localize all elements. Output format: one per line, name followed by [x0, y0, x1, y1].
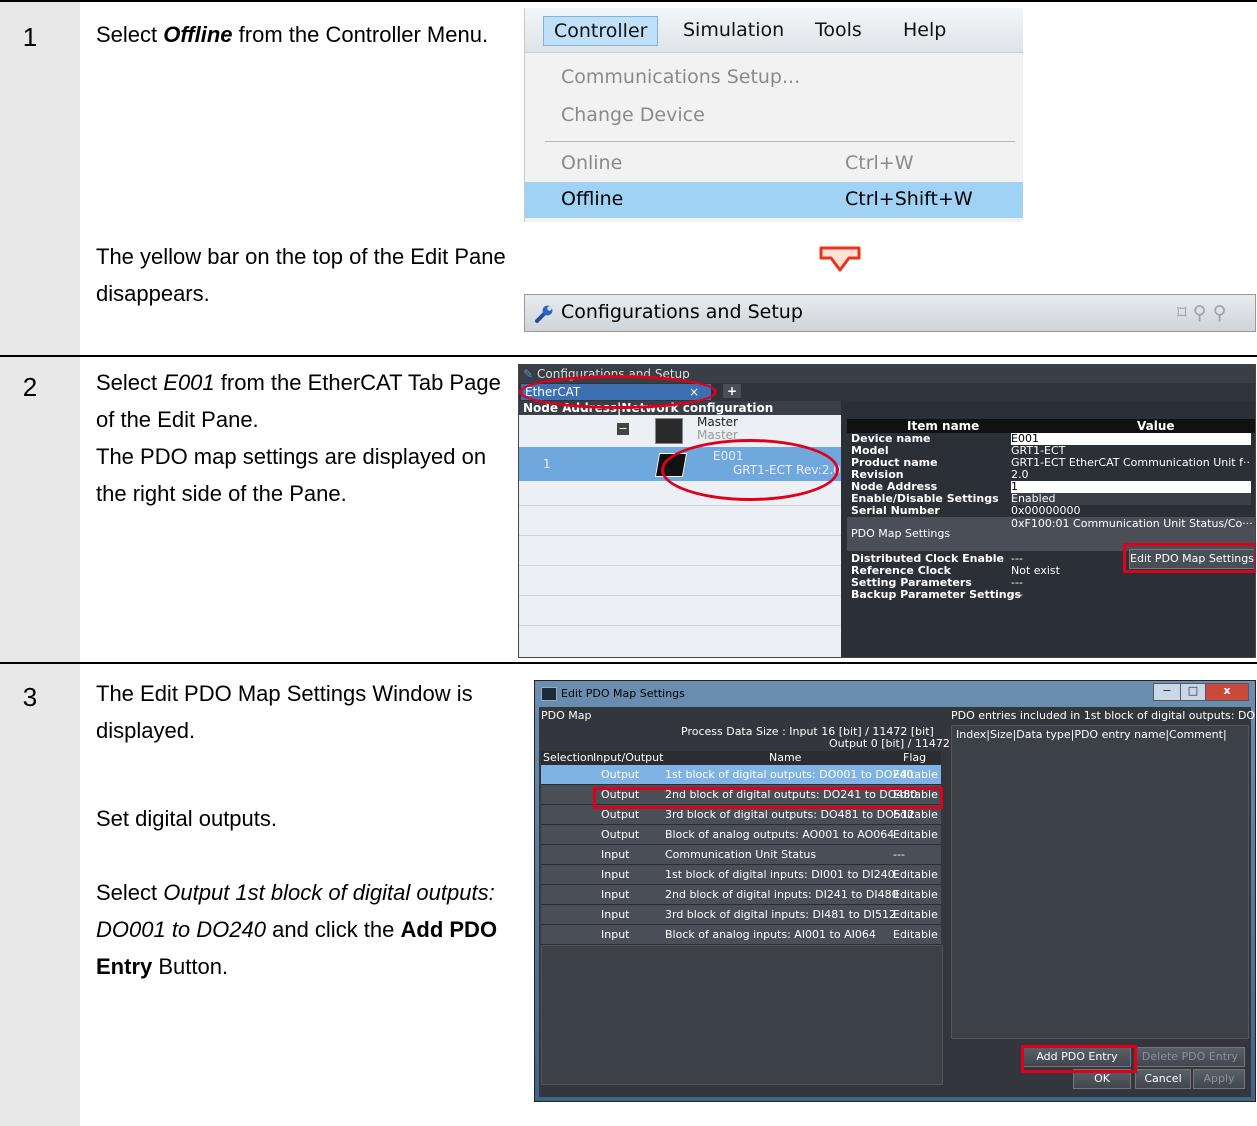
- prop-product-name: Product name GRT1-ECT EtherCAT Communicat…: [851, 456, 1251, 469]
- delete-pdo-entry-button[interactable]: Delete PDO Entry: [1135, 1047, 1245, 1067]
- rule-step-3: [0, 662, 1257, 664]
- master-device-icon: [655, 418, 683, 444]
- rule-step-2: [0, 355, 1257, 357]
- cancel-button[interactable]: Cancel: [1135, 1069, 1191, 1089]
- menu-simulation[interactable]: Simulation: [673, 16, 794, 44]
- collapse-icon[interactable]: −: [617, 423, 629, 435]
- row-flag: Editable: [893, 808, 938, 821]
- row-flag: Editable: [893, 868, 938, 881]
- table-row[interactable]: Input 3rd block of digital inputs: DI481 …: [541, 905, 941, 925]
- menu-item-offline[interactable]: Offline Ctrl+Shift+W: [525, 182, 1023, 218]
- row-name: Communication Unit Status: [665, 848, 817, 861]
- edit-pdo-map-window: Edit PDO Map Settings − □ x PDO Map Proc…: [534, 680, 1256, 1102]
- down-arrow-icon: [819, 246, 861, 272]
- table-row[interactable]: Input 2nd block of digital inputs: DI241 …: [541, 885, 941, 905]
- apply-button[interactable]: Apply: [1193, 1069, 1245, 1089]
- ethercat-screenshot: ✎ Configurations and Setup EtherCAT × + …: [518, 364, 1256, 658]
- menu-item-communications-setup[interactable]: Communications Setup...: [525, 60, 1023, 96]
- step-3-set-outputs: Set digital outputs.: [96, 806, 278, 831]
- row-io: Input: [601, 888, 630, 901]
- controller-menu-screenshot: Controller Simulation Tools Help Communi…: [524, 8, 1023, 222]
- row-name: Block of analog inputs: AI001 to AI064: [665, 928, 876, 941]
- highlight-ethercat-tab: [519, 375, 717, 409]
- row-io: Input: [601, 868, 630, 881]
- menu-item-change-device[interactable]: Change Device: [525, 98, 1023, 134]
- pdo-window-title: Edit PDO Map Settings: [561, 687, 685, 700]
- close-button[interactable]: x: [1205, 683, 1249, 701]
- pdo-window-body: PDO Map Process Data Size : Input 16 [bi…: [539, 707, 1255, 1097]
- table-row[interactable]: Output 1st block of digital outputs: DO00…: [541, 765, 941, 785]
- prop-device-name: Device name E001: [847, 433, 1255, 445]
- row-name: 1st block of digital inputs: DI001 to DI…: [665, 868, 895, 881]
- row-name: 3rd block of digital inputs: DI481 to DI…: [665, 908, 896, 921]
- table-row[interactable]: Input Communication Unit Status ---: [541, 845, 941, 865]
- row-io: Input: [601, 908, 630, 921]
- prop-serial-number: Serial Number 0x00000000: [851, 504, 1081, 517]
- menu-tools[interactable]: Tools: [805, 16, 872, 44]
- step-number-2: 2: [22, 372, 38, 402]
- table-row[interactable]: Input 1st block of digital inputs: DI001 …: [541, 865, 941, 885]
- minimize-button[interactable]: −: [1153, 683, 1181, 701]
- row-name: 2nd block of digital inputs: DI241 to DI…: [665, 888, 899, 901]
- menu-bar: Controller Simulation Tools Help: [525, 8, 1023, 53]
- pdo-table-header: Selection Input/Output Name Flag: [541, 751, 941, 765]
- enable-select[interactable]: Enabled: [1011, 493, 1251, 505]
- menu-controller[interactable]: Controller: [543, 16, 659, 46]
- row-flag: Editable: [893, 908, 938, 921]
- maximize-button[interactable]: □: [1180, 683, 1206, 701]
- menu-separator: [545, 141, 1015, 142]
- zoom-icons: ⌑ ⚲ ⚲: [1177, 302, 1227, 324]
- row-flag: Editable: [893, 928, 938, 941]
- row-name: Block of analog outputs: AO001 to AO064: [665, 828, 895, 841]
- device-name-field[interactable]: E001: [1011, 433, 1251, 445]
- highlight-node-e001: [661, 439, 839, 501]
- row-io: Input: [601, 928, 630, 941]
- rule-top: [0, 0, 1257, 2]
- row-name: 1st block of digital outputs: DO001 to D…: [665, 768, 914, 781]
- step-1-description: Select Offline from the Controller Menu.: [96, 16, 516, 53]
- row-name: 3rd block of digital outputs: DO481 to D…: [665, 808, 915, 821]
- row-flag: Editable: [893, 768, 938, 781]
- menu-item-online[interactable]: Online Ctrl+W: [525, 146, 1023, 182]
- row-flag: Editable: [893, 828, 938, 841]
- prop-backup-parameters: Backup Parameter Settings ---: [851, 588, 1023, 601]
- highlight-edit-pdo-button: [1123, 543, 1255, 573]
- property-header: Item name Value: [847, 419, 1255, 433]
- pdo-entries-panel: PDO entries included in 1st block of dig…: [951, 707, 1255, 1089]
- row-io: Input: [601, 848, 630, 861]
- step-3-description: The Edit PDO Map Settings Window is disp…: [96, 681, 473, 743]
- step-2-description: Select E001 from the EtherCAT Tab Page o…: [96, 370, 501, 506]
- menu-help[interactable]: Help: [893, 16, 956, 44]
- row-io: Output: [601, 828, 640, 841]
- row-io: Output: [601, 768, 640, 781]
- row-io: Output: [601, 808, 640, 821]
- step-1-instruction: Select Offline from the Controller Menu.: [96, 22, 489, 47]
- node-address-field[interactable]: 1: [1011, 481, 1251, 493]
- wrench-icon: [535, 305, 553, 323]
- configurations-setup-title: Configurations and Setup: [561, 301, 803, 323]
- step-1-result: The yellow bar on the top of the Edit Pa…: [96, 244, 506, 306]
- table-row[interactable]: Input Block of analog inputs: AI001 to AI…: [541, 925, 941, 945]
- tab-add-button[interactable]: +: [723, 384, 742, 398]
- row-flag: Editable: [893, 888, 938, 901]
- pdo-table-empty: [541, 945, 943, 1085]
- highlight-digital-outputs-row: [593, 787, 943, 809]
- highlight-add-pdo-entry: [1021, 1045, 1137, 1073]
- step-number-column: [0, 0, 80, 1126]
- row-flag: ---: [893, 848, 905, 861]
- step-3-instruction: Select Output 1st block of digital outpu…: [96, 880, 498, 979]
- master-node[interactable]: − Master Master: [519, 415, 841, 445]
- pdo-window-icon: [541, 687, 557, 701]
- table-row[interactable]: Output Block of analog outputs: AO001 to …: [541, 825, 941, 845]
- pdo-map-panel: PDO Map Process Data Size : Input 16 [bi…: [541, 707, 976, 1085]
- network-configuration-pane: Node Address|Network configuration − Mas…: [519, 401, 841, 657]
- step-number-1: 1: [22, 22, 38, 52]
- step-number-3: 3: [22, 682, 38, 712]
- pdo-entries-list: Index|Size|Data type|PDO entry name|Comm…: [951, 725, 1249, 1039]
- configurations-setup-bar: Configurations and Setup ⌑ ⚲ ⚲: [524, 294, 1256, 332]
